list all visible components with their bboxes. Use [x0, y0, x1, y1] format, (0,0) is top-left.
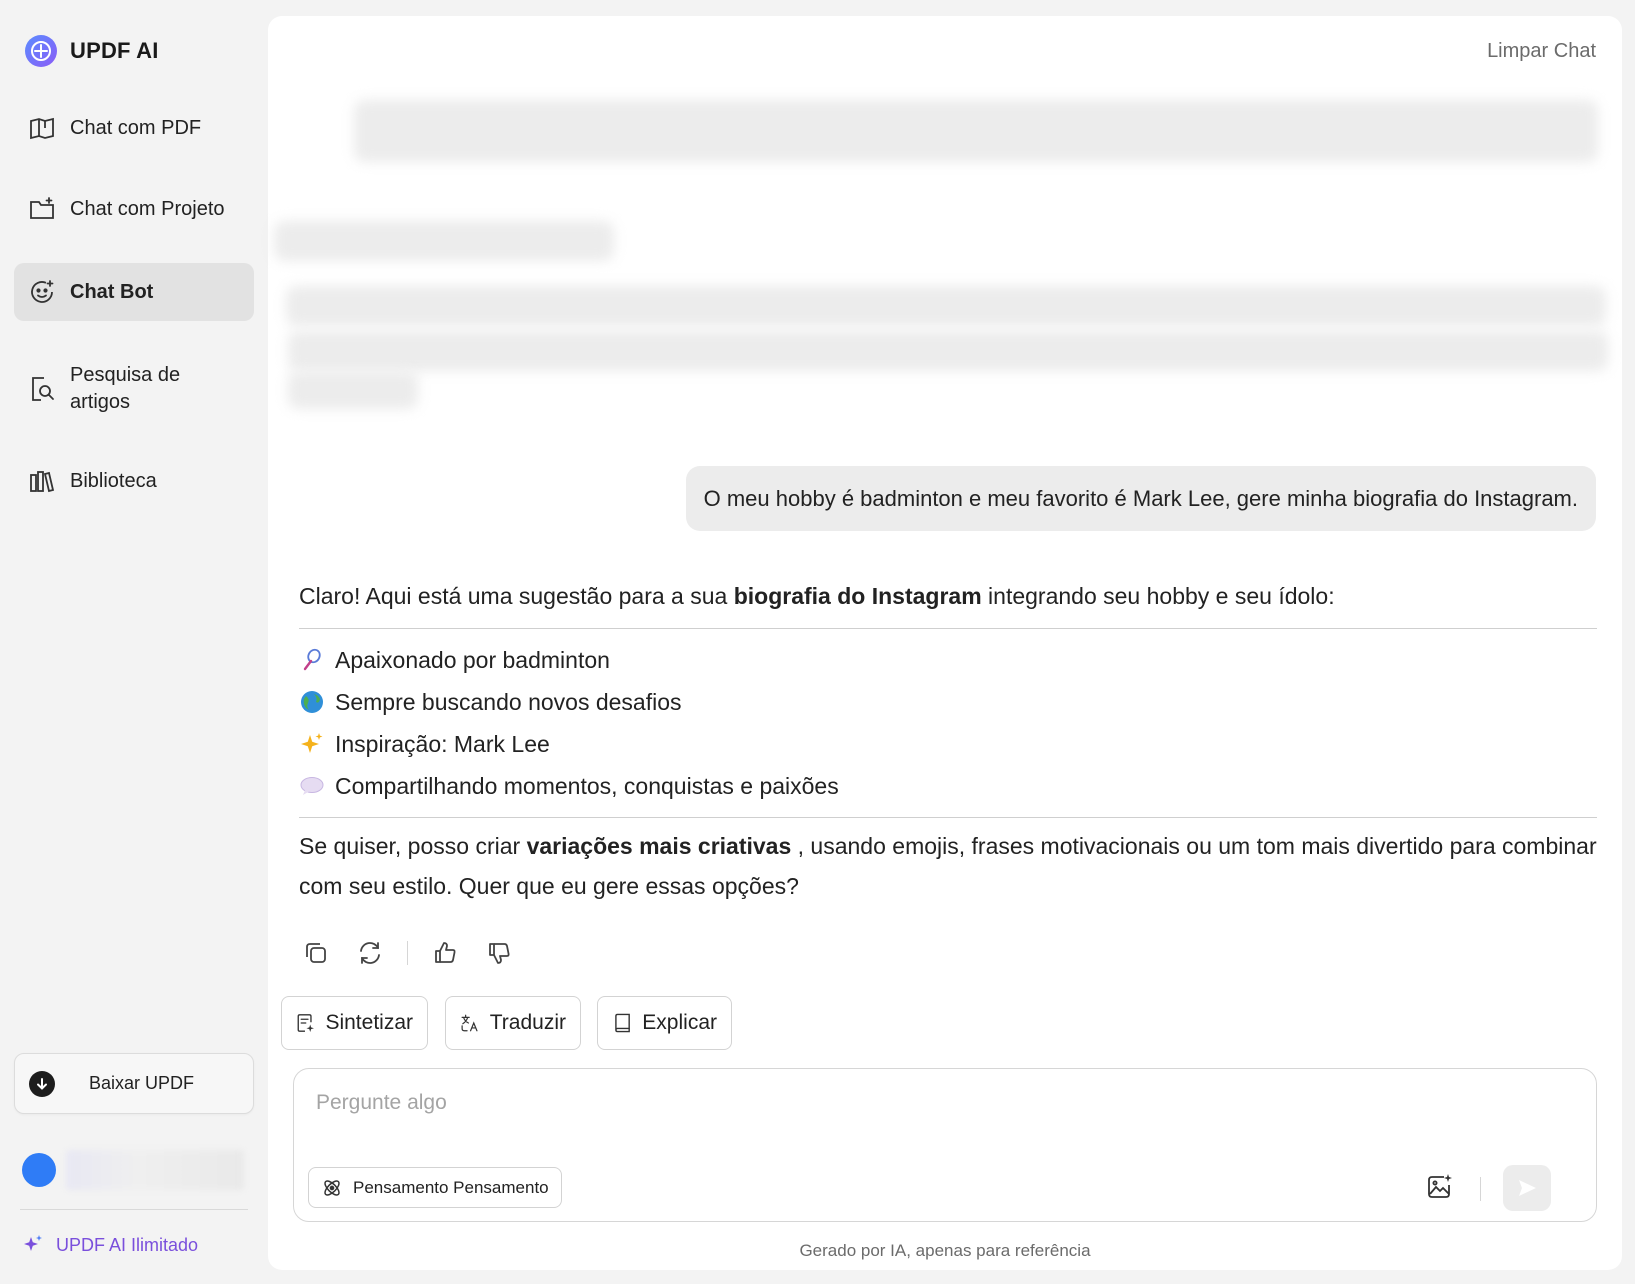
sparkles-icon — [299, 731, 325, 757]
updf-logo-icon — [25, 35, 57, 67]
thinking-toggle-button[interactable]: Pensamento Pensamento — [308, 1167, 562, 1208]
sparkle-icon — [24, 1235, 42, 1251]
avatar — [22, 1153, 56, 1187]
answer-bold-text: biografia do Instagram — [733, 583, 982, 609]
add-image-button[interactable] — [1422, 1169, 1458, 1205]
bio-line: Inspiração: Mark Lee — [299, 723, 1597, 765]
message-composer: Pensamento Pensamento — [293, 1068, 1597, 1222]
bio-line-text: Apaixonado por badminton — [335, 647, 610, 673]
answer-actions — [299, 936, 516, 970]
answer-outro: Se quiser, posso criar variações mais cr… — [299, 826, 1597, 906]
redacted-message — [288, 331, 1608, 371]
sidebar-item-library[interactable]: Biblioteca — [14, 452, 254, 510]
bio-line-text: Sempre buscando novos desafios — [335, 689, 682, 715]
summarize-button[interactable]: Sintetizar — [281, 996, 428, 1050]
user-message-bubble: O meu hobby é badminton e meu favorito é… — [685, 466, 1596, 531]
assistant-answer: Claro! Aqui está uma sugestão para a sua… — [299, 576, 1597, 906]
thinking-label: Pensamento Pensamento — [353, 1177, 549, 1197]
thumbs-down-icon[interactable] — [482, 936, 516, 970]
bot-icon — [31, 280, 54, 303]
unlimited-label: UPDF AI Ilimitado — [56, 1234, 199, 1255]
user-message-text: O meu hobby é badminton e meu favorito é… — [703, 485, 1578, 511]
sidebar-item-chat-bot[interactable]: Chat Bot — [14, 263, 254, 321]
sidebar-item-article-search[interactable]: Pesquisa de artigos — [14, 351, 254, 427]
user-account[interactable] — [22, 1150, 244, 1190]
sidebar-item-label: Chat com Projeto — [70, 197, 225, 220]
chat-panel: Limpar Chat O meu hobby é badminton e me… — [268, 16, 1622, 1270]
sidebar: UPDF AI Chat com PDF Chat com Projeto Ch… — [0, 0, 268, 1284]
redacted-message — [274, 221, 614, 261]
answer-text: integrando seu hobby e seu ídolo: — [981, 583, 1335, 609]
brand-name: UPDF AI — [70, 38, 159, 63]
upgrade-unlimited-link[interactable]: UPDF AI Ilimitado — [22, 1234, 198, 1256]
thumbs-up-icon[interactable] — [428, 936, 462, 970]
copy-icon[interactable] — [299, 936, 333, 970]
send-button[interactable] — [1503, 1165, 1551, 1211]
download-icon — [29, 1070, 55, 1097]
sidebar-item-label: Biblioteca — [70, 469, 157, 492]
book-icon — [615, 1013, 630, 1033]
answer-bold-text: variações mais criativas — [526, 833, 792, 859]
sidebar-item-label: Pesquisa de artigos — [70, 364, 181, 413]
bio-line-text: Inspiração: Mark Lee — [335, 731, 550, 757]
answer-text: Se quiser, posso criar — [299, 833, 527, 859]
message-input[interactable] — [316, 1091, 1216, 1115]
redacted-message — [354, 100, 1598, 162]
download-updf-button[interactable]: Baixar UPDF — [14, 1053, 254, 1114]
redacted-message — [288, 371, 418, 409]
library-icon — [30, 471, 55, 493]
clear-chat-button[interactable]: Limpar Chat — [1487, 40, 1596, 63]
redacted-message — [286, 286, 1606, 326]
divider — [299, 817, 1597, 818]
ai-disclaimer: Gerado por IA, apenas para referência — [799, 1241, 1091, 1260]
atom-icon — [324, 1179, 340, 1196]
sidebar-item-chat-pdf[interactable]: Chat com PDF — [14, 99, 254, 157]
sidebar-item-label: Chat com PDF — [70, 116, 202, 139]
divider — [299, 628, 1597, 629]
download-label: Baixar UPDF — [89, 1073, 195, 1093]
bio-line-text: Compartilhando momentos, conquistas e pa… — [335, 773, 839, 799]
summarize-label: Sintetizar — [325, 1011, 413, 1034]
bio-line: Sempre buscando novos desafios — [299, 681, 1597, 723]
folder-chat-icon — [30, 197, 54, 219]
divider — [20, 1209, 248, 1210]
bio-line: Apaixonado por badminton — [299, 639, 1597, 681]
divider — [1480, 1177, 1481, 1201]
explain-button[interactable]: Explicar — [597, 996, 732, 1050]
answer-text: Claro! Aqui está uma sugestão para a sua — [299, 583, 734, 609]
send-icon — [1519, 1180, 1536, 1196]
brand[interactable]: UPDF AI — [24, 34, 159, 68]
speech-bubble-icon — [299, 773, 325, 799]
sidebar-item-label: Chat Bot — [70, 280, 154, 303]
translate-icon — [461, 1014, 478, 1032]
image-sparkle-icon — [1428, 1174, 1452, 1198]
divider — [407, 941, 408, 965]
globe-icon — [299, 689, 325, 715]
article-search-icon — [32, 377, 54, 401]
translate-button[interactable]: Traduzir — [445, 996, 581, 1050]
answer-intro: Claro! Aqui está uma sugestão para a sua… — [299, 576, 1597, 616]
regenerate-icon[interactable] — [353, 936, 387, 970]
book-chat-icon — [30, 117, 54, 140]
badminton-icon — [299, 647, 325, 673]
explain-label: Explicar — [642, 1011, 717, 1034]
redacted-username — [66, 1150, 244, 1190]
bio-line: Compartilhando momentos, conquistas e pa… — [299, 765, 1597, 807]
translate-label: Traduzir — [489, 1011, 566, 1034]
sidebar-item-chat-project[interactable]: Chat com Projeto — [14, 180, 254, 238]
summarize-icon — [297, 1014, 314, 1032]
